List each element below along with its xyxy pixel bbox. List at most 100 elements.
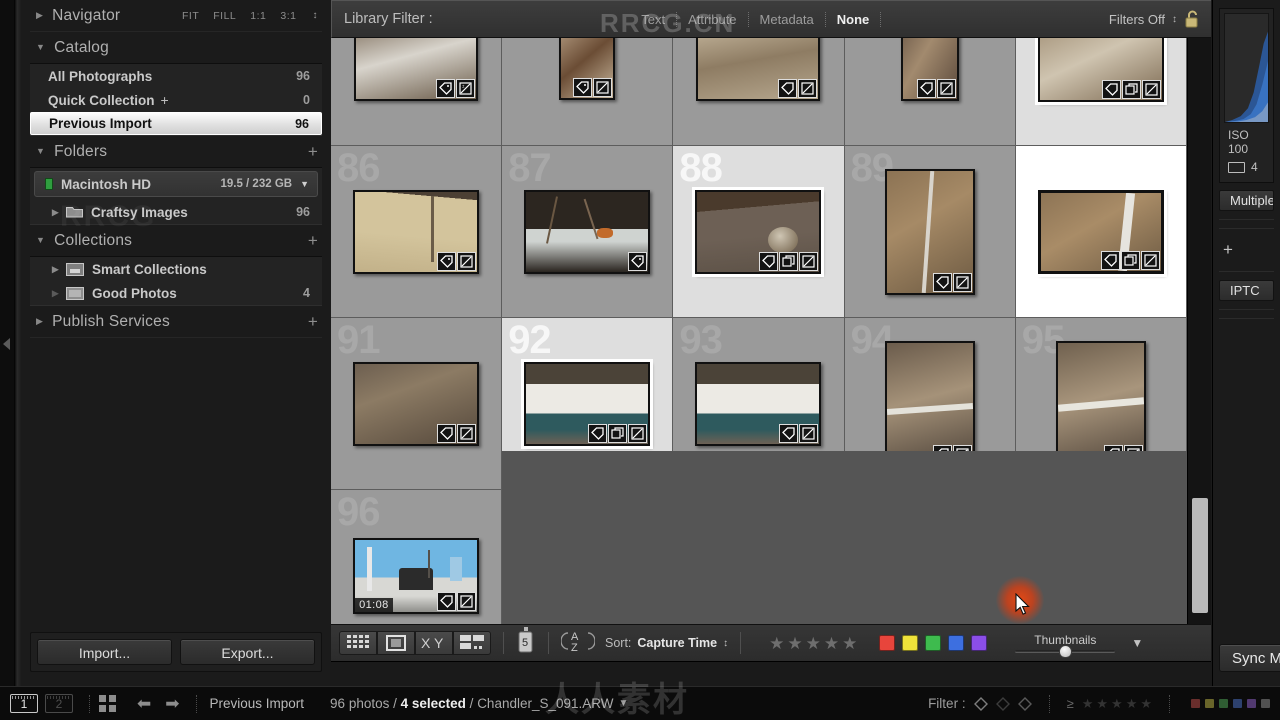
sort-value[interactable]: Capture Time: [637, 636, 717, 650]
develop-settings-badge-icon[interactable]: [799, 252, 818, 271]
toolbar-overflow-chevron-down-icon[interactable]: ▼: [1131, 636, 1143, 650]
status-chip-green[interactable]: [1219, 699, 1228, 708]
thumbnail-grid[interactable]: 人人素材 ±: [331, 38, 1187, 624]
keywording-add-icon[interactable]: +: [1213, 237, 1280, 263]
photo-thumbnail[interactable]: [353, 190, 479, 274]
filter-tab-text[interactable]: Text: [630, 12, 676, 27]
photo-thumbnail[interactable]: [695, 362, 821, 446]
keyword-tag-badge-icon[interactable]: [778, 79, 797, 98]
rating-star-1[interactable]: ★: [769, 635, 784, 652]
compare-view-icon[interactable]: XY: [415, 631, 453, 655]
survey-view-icon[interactable]: [453, 631, 491, 655]
zoom-1-1[interactable]: 1:1: [250, 10, 266, 22]
collections-add-icon[interactable]: +: [308, 232, 318, 249]
filter-tab-metadata[interactable]: Metadata: [749, 12, 825, 27]
rating-star-2[interactable]: ★: [787, 635, 802, 652]
status-chip-red[interactable]: [1191, 699, 1200, 708]
keyword-tag-badge-icon[interactable]: [1102, 80, 1121, 99]
export-button[interactable]: Export...: [180, 639, 315, 665]
grid-view-icon[interactable]: [339, 631, 377, 655]
collections-header[interactable]: ▼ Collections +: [22, 225, 330, 256]
active-file-chevron-down-icon[interactable]: ▼: [619, 698, 629, 709]
sort-stepper-icon[interactable]: ↕: [723, 638, 728, 649]
left-panel-grip[interactable]: [14, 0, 22, 686]
keyword-tag-badge-icon[interactable]: [436, 79, 455, 98]
keyword-tag-badge-icon[interactable]: [1101, 251, 1120, 270]
navigator-header[interactable]: ▶ Navigator FIT FILL 1:1 3:1 ↕: [22, 0, 330, 31]
collection-disclosure-triangle-icon[interactable]: ▶: [52, 264, 66, 275]
keyword-tag-badge-icon[interactable]: [573, 78, 592, 97]
folder-item-craftsy-images[interactable]: ▶ Craftsy Images 96: [30, 200, 322, 224]
publish-services-disclosure-triangle-icon[interactable]: ▶: [36, 317, 43, 326]
photo-thumbnail[interactable]: [695, 190, 821, 274]
photo-thumbnail[interactable]: [885, 341, 975, 467]
folders-add-icon[interactable]: +: [308, 143, 318, 160]
filter-tab-attribute[interactable]: Attribute: [677, 12, 747, 27]
grid-cell[interactable]: [845, 38, 1016, 146]
iptc-button[interactable]: IPTC: [1219, 280, 1274, 301]
navigator-disclosure-triangle-icon[interactable]: ▶: [36, 11, 43, 20]
grid-cell[interactable]: 96 01:08: [331, 490, 502, 624]
flag-pick-icon[interactable]: [974, 697, 988, 711]
status-chip-yellow[interactable]: [1205, 699, 1214, 708]
grid-scrollbar-thumb[interactable]: [1192, 498, 1208, 613]
grid-cell[interactable]: 91: [331, 318, 502, 490]
keyword-tag-badge-icon[interactable]: [437, 424, 456, 443]
filters-off-label[interactable]: Filters Off: [1109, 12, 1165, 27]
loupe-view-icon[interactable]: [377, 631, 415, 655]
status-star-4[interactable]: ★: [1126, 696, 1138, 712]
photo-thumbnail[interactable]: [524, 362, 650, 446]
collection-disclosure-triangle-icon[interactable]: ▶: [52, 288, 66, 299]
sort-direction-az-icon[interactable]: A Z: [561, 629, 595, 658]
develop-settings-badge-icon[interactable]: [798, 79, 817, 98]
status-chip-gray[interactable]: [1261, 699, 1270, 708]
keyword-tag-badge-icon[interactable]: [437, 592, 456, 611]
flag-reject-icon[interactable]: [1018, 697, 1032, 711]
photo-thumbnail[interactable]: [696, 38, 820, 101]
photo-thumbnail[interactable]: [1038, 190, 1164, 274]
photo-thumbnail[interactable]: [353, 362, 479, 446]
grid-cell[interactable]: [502, 38, 673, 146]
zoom-3-1[interactable]: 3:1: [280, 10, 296, 22]
develop-settings-badge-icon[interactable]: ±: [456, 79, 475, 98]
keyword-tag-badge-icon[interactable]: [588, 424, 607, 443]
develop-settings-badge-icon[interactable]: [937, 79, 956, 98]
status-star-3[interactable]: ★: [1111, 696, 1123, 712]
publish-services-add-icon[interactable]: +: [308, 313, 318, 330]
filters-stepper-icon[interactable]: ↕: [1172, 14, 1177, 25]
publish-services-header[interactable]: ▶ Publish Services +: [22, 306, 330, 337]
stack-badge-icon[interactable]: [1121, 251, 1140, 270]
quick-collection-plus-icon[interactable]: +: [161, 92, 169, 108]
folders-disclosure-triangle-icon[interactable]: ▼: [36, 147, 45, 156]
volume-menu-triangle-icon[interactable]: ▼: [300, 179, 309, 189]
rating-star-5[interactable]: ★: [842, 635, 857, 652]
develop-settings-badge-icon[interactable]: [799, 424, 818, 443]
status-rating-stars[interactable]: ★ ★ ★ ★ ★: [1082, 696, 1152, 712]
photo-thumbnail[interactable]: [885, 169, 975, 295]
photo-thumbnail[interactable]: [1038, 38, 1164, 102]
zoom-stepper-icon[interactable]: ↕: [313, 10, 319, 21]
keyword-tag-badge-icon[interactable]: [779, 424, 798, 443]
grid-cell[interactable]: 86: [331, 146, 502, 318]
thumbnail-size-slider[interactable]: [1015, 648, 1115, 654]
collections-disclosure-triangle-icon[interactable]: ▼: [36, 236, 45, 245]
grid-cell[interactable]: ±: [331, 38, 502, 146]
keyword-tag-badge-icon[interactable]: [917, 79, 936, 98]
rating-stars[interactable]: ★ ★ ★ ★ ★: [769, 635, 857, 652]
catalog-disclosure-triangle-icon[interactable]: ▼: [36, 43, 45, 52]
status-star-2[interactable]: ★: [1096, 696, 1108, 712]
color-label-red[interactable]: [879, 635, 895, 651]
stack-badge-icon[interactable]: [779, 252, 798, 271]
painter-spray-can-icon[interactable]: 5: [516, 627, 536, 660]
color-label-blue[interactable]: [948, 635, 964, 651]
photo-thumbnail[interactable]: [1056, 341, 1146, 467]
zoom-fit[interactable]: FIT: [182, 10, 199, 22]
stack-badge-icon[interactable]: [608, 424, 627, 443]
flag-neutral-icon[interactable]: [996, 697, 1010, 711]
keyword-tag-badge-icon[interactable]: [628, 252, 647, 271]
photo-thumbnail[interactable]: [559, 38, 615, 100]
grid-cell[interactable]: [673, 38, 844, 146]
develop-settings-badge-icon[interactable]: [457, 424, 476, 443]
status-chip-blue[interactable]: [1233, 699, 1242, 708]
left-panel-collapse-arrow-icon[interactable]: [2, 337, 11, 351]
